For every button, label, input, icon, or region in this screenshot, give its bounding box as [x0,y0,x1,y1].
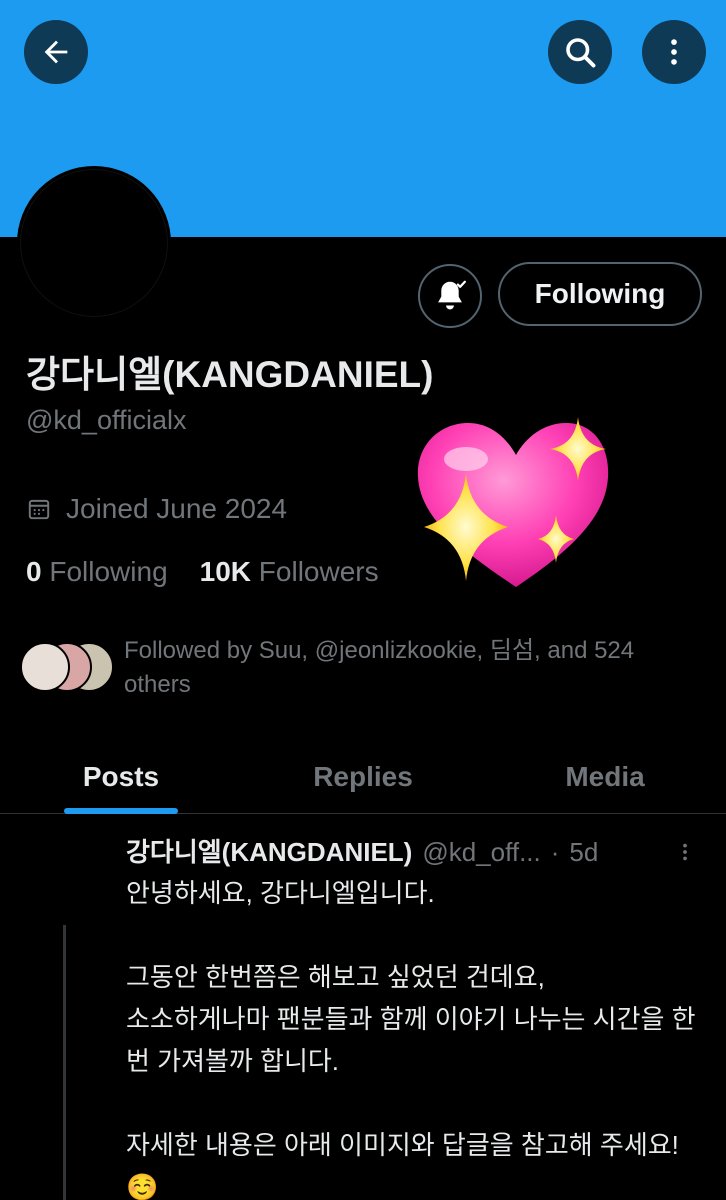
search-icon [566,38,596,68]
calendar-icon [28,499,50,520]
sparkling-heart-emoji [417,417,609,587]
tab-posts[interactable]: Posts [40,740,202,814]
post-header: 강다니엘(KANGDANIEL) @kd_off... · 5d [126,832,598,869]
following-button[interactable]: Following [498,262,702,326]
post-paragraph: 안녕하세요, 강다니엘입니다. [126,878,435,908]
post-time[interactable]: 5d [569,837,598,868]
post-body[interactable]: 안녕하세요, 강다니엘입니다. 그동안 한번쯤은 해보고 싶었던 건데요, 소소… [126,872,696,1200]
follower-avatar [20,642,70,692]
post-paragraph: 그동안 한번쯤은 해보고 싶었던 건데요, 소소하게나마 팬분들과 함께 이야기… [126,962,696,1076]
post-more-button[interactable] [670,836,700,868]
more-options-button[interactable] [642,20,706,84]
bell-check-icon [438,280,466,310]
following-count: 0 [26,556,42,587]
following-stat[interactable]: 0 Following [26,556,168,588]
display-name: 강다니엘(KANGDANIEL) [26,354,434,395]
more-vertical-icon [683,843,687,861]
tab-replies[interactable]: Replies [282,740,444,814]
profile-tabs: Posts Replies Media [0,740,726,814]
followers-label: Followers [258,556,379,587]
following-label: Following [49,556,168,587]
notifications-button[interactable] [418,264,482,328]
tab-media[interactable]: Media [524,740,686,814]
followed-by-text[interactable]: Followed by Suu, @jeonlizkookie, 딤섬, and… [124,634,704,702]
post-author-handle[interactable]: @kd_off... [422,837,540,868]
followers-stat[interactable]: 10K Followers [200,556,379,588]
followers-count: 10K [199,556,252,587]
back-button[interactable] [24,20,88,84]
joined-text: Joined June 2024 [66,493,288,524]
active-tab-indicator [64,808,178,814]
mutual-followers-avatars[interactable] [20,642,116,692]
arrow-left-icon [44,40,68,64]
post-paragraph: 자세한 내용은 아래 이미지와 답글을 참고해 주세요!☺️ [126,1130,679,1200]
joined-date: Joined June 2024 [26,493,287,525]
thread-line [63,925,66,1200]
search-button[interactable] [548,20,612,84]
avatar-image [20,169,168,317]
user-handle: @kd_officialx [26,405,187,435]
profile-avatar[interactable] [17,166,171,320]
post-separator: · [550,837,560,867]
more-vertical-icon [671,39,677,65]
post-author-name[interactable]: 강다니엘(KANGDANIEL) [126,832,412,869]
follow-stats: 0 Following 10K Followers [26,556,379,588]
